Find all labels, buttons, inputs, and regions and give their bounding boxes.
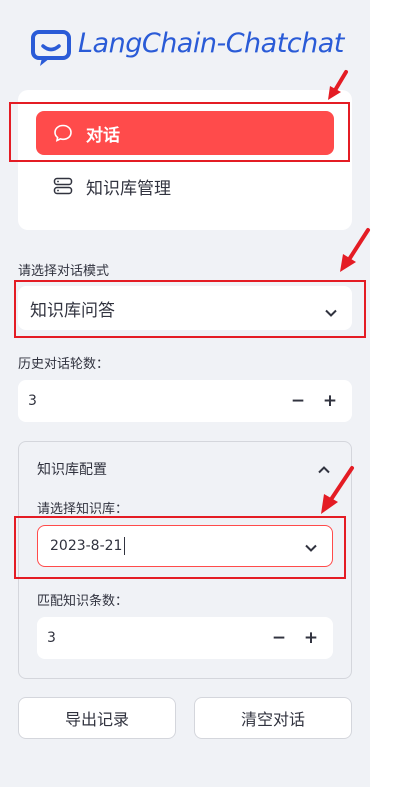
- increment-button[interactable]: +: [295, 617, 327, 659]
- app-title: LangChain-Chatchat: [78, 28, 344, 59]
- app-logo: LangChain-Chatchat: [30, 26, 350, 68]
- text-cursor: [124, 537, 126, 555]
- kb-select-value: 2023-8-21: [50, 538, 123, 554]
- nav-menu: 对话 知识库管理: [18, 90, 352, 230]
- menu-item-dialogue[interactable]: 对话: [36, 111, 334, 155]
- match-count-stepper[interactable]: 3 − +: [37, 617, 333, 659]
- kb-config-expander: 知识库配置 请选择知识库： 2023-8-21 匹配知识条数： 3 − +: [18, 441, 352, 679]
- menu-item-label: 对话: [86, 125, 120, 146]
- decrement-button[interactable]: −: [263, 617, 295, 659]
- database-icon: [52, 175, 74, 197]
- kb-select-label: 请选择知识库：: [37, 502, 129, 517]
- clear-button[interactable]: 清空对话: [194, 697, 352, 739]
- dialogue-mode-select[interactable]: 知识库问答: [18, 286, 352, 330]
- export-button[interactable]: 导出记录: [18, 697, 176, 739]
- chevron-up-icon[interactable]: [317, 460, 331, 479]
- increment-button[interactable]: +: [314, 380, 346, 422]
- kb-select[interactable]: 2023-8-21: [37, 525, 333, 567]
- sidebar: LangChain-Chatchat 对话 知识库管理 请选择对话模式 知识库问…: [0, 0, 370, 787]
- menu-item-kb-management[interactable]: 知识库管理: [36, 164, 334, 208]
- match-count-label: 匹配知识条数：: [37, 594, 129, 609]
- chat-bubble-icon: [30, 28, 74, 68]
- menu-item-label: 知识库管理: [86, 178, 171, 199]
- chevron-down-icon: [324, 303, 338, 317]
- dialogue-mode-value: 知识库问答: [30, 300, 115, 321]
- history-turns-stepper[interactable]: 3 − +: [18, 380, 352, 422]
- chat-bubble-icon: [52, 122, 74, 144]
- decrement-button[interactable]: −: [282, 380, 314, 422]
- history-turns-label: 历史对话轮数：: [18, 357, 110, 372]
- dialogue-mode-label: 请选择对话模式: [18, 264, 110, 279]
- match-count-value: 3: [47, 630, 56, 646]
- chevron-down-icon: [304, 541, 318, 552]
- history-turns-value: 3: [28, 393, 37, 409]
- kb-config-title[interactable]: 知识库配置: [37, 459, 107, 479]
